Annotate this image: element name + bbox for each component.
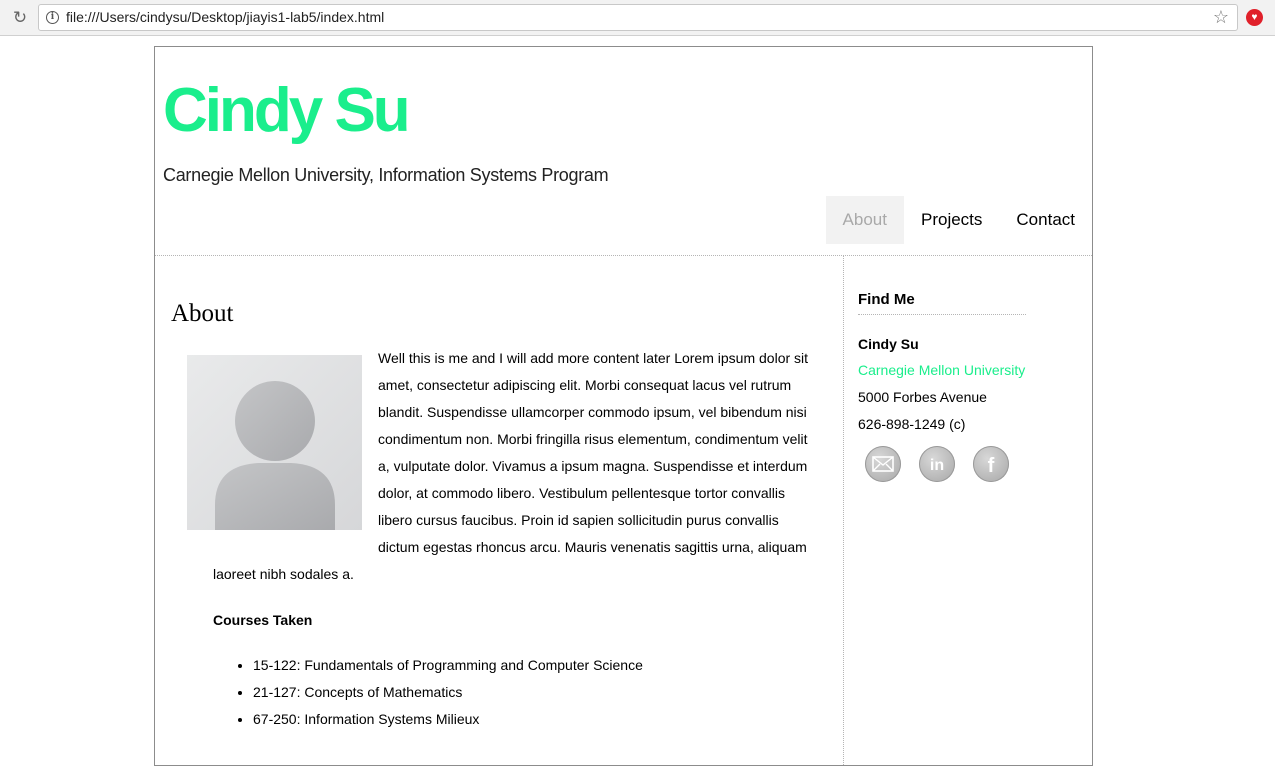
nav-item-projects[interactable]: Projects [904, 196, 999, 244]
url-text[interactable]: file:///Users/cindysu/Desktop/jiayis1-la… [66, 9, 384, 25]
extension-icon[interactable]: ♥ [1246, 9, 1263, 26]
list-item: 15-122: Fundamentals of Programming and … [253, 652, 643, 679]
svg-text:f: f [988, 455, 995, 477]
address-text: 5000 Forbes Avenue [858, 389, 987, 405]
about-heading: About [171, 300, 234, 327]
find-me-heading: Find Me [858, 291, 1026, 315]
svg-text:in: in [930, 457, 944, 474]
facebook-icon[interactable]: f [973, 446, 1009, 482]
phone-text: 626-898-1249 (c) [858, 416, 966, 432]
linkedin-icon[interactable]: in [919, 446, 955, 482]
site-subtitle: Carnegie Mellon University, Information … [163, 165, 609, 185]
site-title: Cindy Su [163, 76, 411, 145]
contact-name: Cindy Su [858, 336, 919, 352]
header-divider [155, 255, 1092, 256]
bookmark-star-icon[interactable]: ☆ [1213, 7, 1229, 28]
info-icon[interactable]: i [46, 11, 59, 24]
reload-icon[interactable]: ↻ [10, 8, 30, 28]
email-icon[interactable] [865, 446, 901, 482]
nav-item-about[interactable]: About [825, 196, 904, 244]
university-link[interactable]: Carnegie Mellon University [858, 362, 1025, 378]
browser-toolbar: ↻ i file:///Users/cindysu/Desktop/jiayis… [0, 0, 1275, 36]
page-container: Cindy Su Carnegie Mellon University, Inf… [154, 46, 1093, 766]
courses-heading: Courses Taken [213, 612, 313, 628]
list-item: 21-127: Concepts of Mathematics [253, 679, 643, 706]
column-divider [843, 256, 844, 765]
nav-item-contact[interactable]: Contact [999, 196, 1092, 244]
about-paragraph: Well this is me and I will add more cont… [213, 345, 818, 588]
address-bar[interactable]: i file:///Users/cindysu/Desktop/jiayis1-… [38, 4, 1238, 31]
courses-list: 15-122: Fundamentals of Programming and … [213, 652, 643, 733]
list-item: 67-250: Information Systems Milieux [253, 706, 643, 733]
main-nav: About Projects Contact [825, 196, 1092, 244]
